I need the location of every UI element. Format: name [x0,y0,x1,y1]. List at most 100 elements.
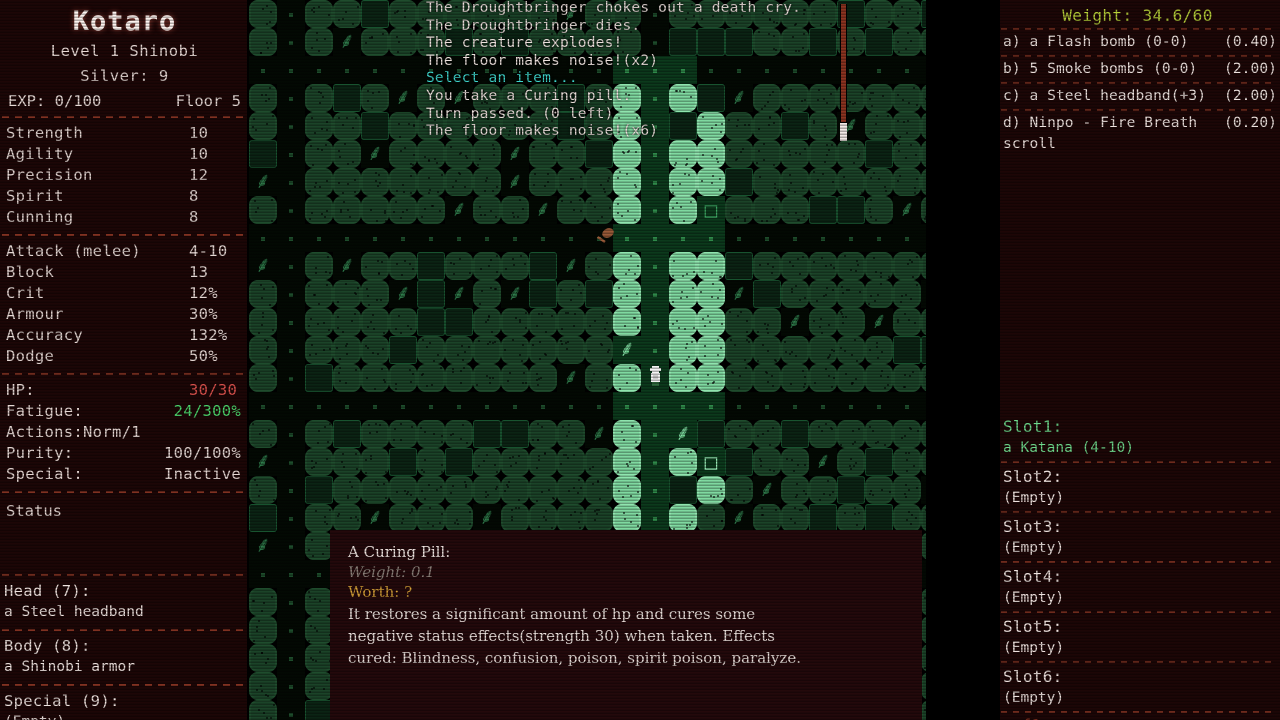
equipment-list[interactable]: Head (7): a Steel headband Body (8): a Shin… [0,581,249,720]
divider [1001,511,1276,513]
stat-label: HP: [6,380,35,399]
map-tile-floor [921,392,926,420]
map-tile-bush [361,196,389,224]
scrollbar-track[interactable] [841,4,846,122]
map-tile-bush [361,448,389,476]
map-tile-bush [361,84,389,112]
equipment-slot[interactable]: Head (7): a Steel headband [0,581,249,623]
status-title: Status [6,501,62,520]
game-screen: ⸙⸙⸙⸙⸙⸙⸙⸙⸙⸙⸙⸙⸙⸙⸙⸙⸙⸙⸙⸙⸙⸙⸙⸙⸙⸙⸙⸙⸙⸙⸙⸙⸙⸙⸙⸙⸙⸙⸙⸙… [0,0,1280,720]
stat-value: 30% [189,304,218,323]
log-message: The creature explodes! [426,35,623,52]
map-tile-bush [809,336,837,364]
divider [1001,611,1276,613]
stat-label: Purity: [6,443,74,462]
map-tile-floor [277,112,305,140]
map-tile-floor [277,336,305,364]
equipment-slot-item: a Steel headband [4,603,144,620]
map-tile-grass: ⸙ [338,29,356,54]
map-tile-bush [809,168,837,196]
map-tile-bush [865,0,893,28]
map-tile-bush [557,280,585,308]
map-tile-bush [725,308,753,336]
map-tile-bush [473,336,501,364]
inventory-item-list[interactable]: a) a Flash bomb (0-0) (0.40) b) 5 Smoke bo… [995,28,1280,152]
equipment-slot[interactable]: Special (9): (Empty) [0,691,249,720]
stat-value: 13 [189,262,209,281]
map-tile-bush [893,420,921,448]
map-tile-floor [361,392,389,420]
map-tile-bush [585,252,613,280]
map-tile-rock [249,140,277,168]
map-tile-floor [277,504,305,532]
inventory-item[interactable]: c) a Steel headband(+3) (2.00) [995,86,1280,107]
map-tile-bush [753,336,781,364]
map-tile-bush [697,280,725,308]
stat-value: 8 [189,186,199,205]
map-tile-bush [557,168,585,196]
map-tile-bush [333,448,361,476]
map-tile-bush [753,196,781,224]
map-tile-grass: ⸙ [501,140,529,168]
map-tile-bush [585,448,613,476]
map-tile-floor [781,224,809,252]
equipment-slot-entry[interactable]: Slot3: (Empty) [995,515,1280,559]
divider [1001,711,1276,713]
map-tile-bush [305,588,333,616]
divider [1001,461,1276,463]
map-tile-bush [865,252,893,280]
map-tile-bush [361,308,389,336]
inventory-item[interactable]: b) 5 Smoke bombs (0-0) (2.00) [995,59,1280,80]
equipment-slot-entry[interactable]: Slot2: (Empty) [995,465,1280,509]
map-tile-floor [333,392,361,420]
map-tile-floor [893,392,921,420]
map-tile-rock [585,280,613,308]
map-tile-floor [641,476,669,504]
map-tile-bush [585,196,613,224]
map-tile-rock [865,448,893,476]
map-tile-grass: ⸙ [921,280,926,308]
map-tile-rock [921,336,926,364]
slot-list[interactable]: Slot1: a Katana (4-10) Slot2: (Empty) Slot3:… [995,415,1280,709]
map-tile-bush [725,196,753,224]
equipment-slot-entry[interactable]: Slot5: (Empty) [995,615,1280,659]
equipment-slot-entry[interactable]: Slot6: (Empty) [995,665,1280,709]
map-tile-rock [417,308,445,336]
equipment-slot-entry[interactable]: Slot4: (Empty) [995,565,1280,609]
map-tile-bush [333,0,361,28]
vitals-list: HP: 30/30 Fatigue: 24/300% Actions:Norm/1 Pur… [0,380,249,485]
map-tile-floor [501,224,529,252]
map-tile-bush [473,364,501,392]
combat-stat-row: Armour 30% [0,304,249,325]
attribute-row: Strength 10 [0,123,249,144]
map-tile-bush [781,252,809,280]
map-tile-floor [697,224,725,252]
map-tile-bush [305,616,333,644]
equipment-slot-entry[interactable]: Slot1: a Katana (4-10) [995,415,1280,459]
map-tile-bush [529,364,557,392]
map-tile-bush [333,308,361,336]
map-tile-bush [445,504,473,532]
map-tile-floor [277,252,305,280]
stat-label: Special: [6,464,84,483]
equipment-slot[interactable]: Body (8): a Shinobi armor [0,636,249,678]
map-tile-bush [669,504,697,532]
map-tile-bush [837,448,865,476]
divider [1001,561,1276,563]
map-tile-bush [445,252,473,280]
map-tile-floor [277,28,305,56]
scrollbar-thumb[interactable] [840,123,847,141]
help-key-hint[interactable]: <<f1 [995,715,1280,720]
map-tile-bush [501,448,529,476]
inventory-item[interactable]: a) a Flash bomb (0-0) (0.40) [995,32,1280,53]
inventory-item[interactable]: d) Ninpo - Fire Breath scroll (0.20) [995,113,1280,152]
map-tile-grass: ⸙ [730,281,748,306]
map-tile-grass: ⸙ [249,532,277,560]
map-tile-bush [669,140,697,168]
map-tile-bush [809,308,837,336]
inventory-item-label: a) a Flash bomb (0-0) [1003,34,1189,50]
map-tile-bush [753,168,781,196]
map-tile-bush [921,308,926,336]
message-log-scrollbar[interactable] [840,4,847,141]
map-tile-bush [781,504,809,532]
